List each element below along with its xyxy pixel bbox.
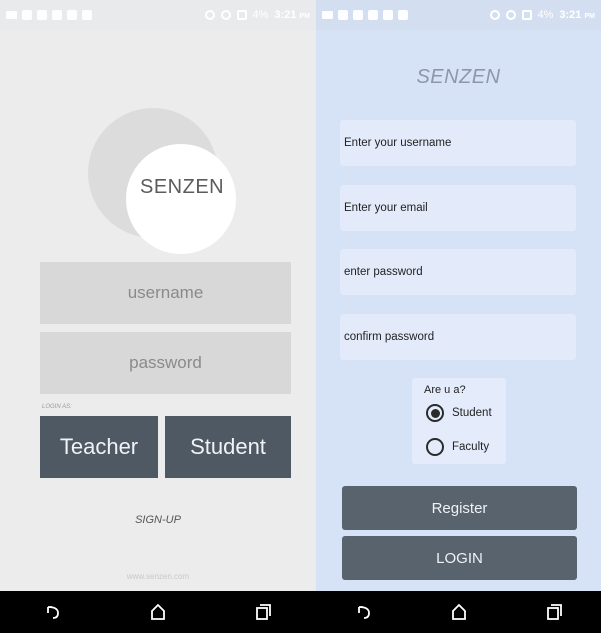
battery-text: 4%: [537, 9, 554, 21]
wifi-icon: [220, 10, 231, 20]
radio-selected-icon[interactable]: [426, 404, 444, 422]
clock: 3:21 PM: [274, 9, 310, 21]
password-field[interactable]: password: [40, 332, 291, 394]
vibrate-icon: [489, 10, 500, 20]
home-icon[interactable]: [449, 602, 469, 622]
notification-icons: [6, 10, 92, 20]
back-icon[interactable]: [354, 602, 374, 622]
role-radio-group: Are u a? Student Faculty: [412, 378, 506, 464]
status-bar: 4% 3:21 PM: [316, 0, 601, 30]
login-as-label: LOGIN AS:: [42, 404, 72, 410]
role-question: Are u a?: [424, 384, 466, 396]
signup-link[interactable]: SIGN-UP: [0, 514, 316, 526]
student-radio-label: Student: [452, 407, 492, 419]
wifi-icon: [505, 10, 516, 20]
home-icon[interactable]: [148, 602, 168, 622]
clock: 3:21 PM: [559, 9, 595, 21]
battery-text: 4%: [252, 9, 269, 21]
sim-icon: [521, 10, 532, 20]
faculty-radio-label: Faculty: [452, 441, 490, 453]
recents-icon[interactable]: [544, 602, 564, 622]
username-field[interactable]: username: [40, 262, 291, 324]
status-bar: 4% 3:21 PM: [0, 0, 316, 30]
email-input[interactable]: Enter your email: [340, 185, 576, 231]
nav-bar: [0, 591, 316, 633]
username-input[interactable]: Enter your username: [340, 120, 576, 166]
teacher-button[interactable]: Teacher: [40, 416, 158, 478]
nav-bar: [316, 591, 601, 633]
radio-unselected-icon[interactable]: [426, 438, 444, 456]
login-button[interactable]: LOGIN: [342, 536, 577, 580]
confirm-password-input[interactable]: confirm password: [340, 314, 576, 360]
notification-icons: [322, 10, 408, 20]
faculty-radio-option[interactable]: Faculty: [426, 438, 489, 456]
register-button[interactable]: Register: [342, 486, 577, 530]
student-radio-option[interactable]: Student: [426, 404, 492, 422]
logo-text: SENZEN: [140, 176, 225, 198]
app-title: SENZEN: [416, 66, 501, 88]
password-input[interactable]: enter password: [340, 249, 576, 295]
register-screen: 4% 3:21 PM SENZEN Enter your username En…: [316, 0, 601, 633]
recents-icon[interactable]: [253, 602, 273, 622]
back-icon[interactable]: [43, 602, 63, 622]
system-icons: 4% 3:21 PM: [489, 9, 595, 21]
vibrate-icon: [204, 10, 215, 20]
system-icons: 4% 3:21 PM: [204, 9, 310, 21]
footer-url: www.senzen.com: [126, 572, 190, 581]
login-screen: 4% 3:21 PM SENZEN username password LOGI…: [0, 0, 316, 633]
sim-icon: [236, 10, 247, 20]
student-button[interactable]: Student: [165, 416, 291, 478]
